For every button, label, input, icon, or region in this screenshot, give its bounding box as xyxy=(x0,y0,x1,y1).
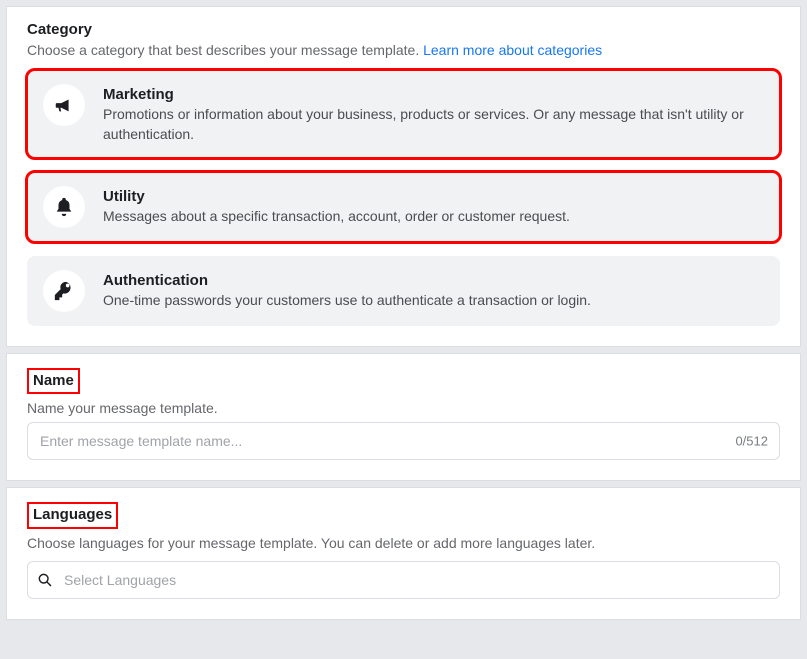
name-desc: Name your message template. xyxy=(27,400,780,416)
category-option-desc: Messages about a specific transaction, a… xyxy=(103,207,764,227)
category-option-title: Authentication xyxy=(103,272,764,289)
category-option-body: Utility Messages about a specific transa… xyxy=(103,186,764,227)
template-name-input[interactable] xyxy=(27,422,780,460)
name-input-wrapper: 0/512 xyxy=(27,422,780,460)
languages-heading-highlight: Languages xyxy=(27,502,118,528)
search-icon xyxy=(37,572,53,588)
megaphone-icon xyxy=(43,84,85,126)
name-heading-highlight: Name xyxy=(27,368,80,394)
char-counter: 0/512 xyxy=(735,434,768,449)
key-icon xyxy=(43,270,85,312)
learn-more-link[interactable]: Learn more about categories xyxy=(423,42,602,58)
category-option-desc: Promotions or information about your bus… xyxy=(103,105,764,144)
category-option-utility[interactable]: Utility Messages about a specific transa… xyxy=(27,172,780,242)
languages-panel: Languages Choose languages for your mess… xyxy=(6,487,801,619)
select-languages-input[interactable] xyxy=(27,561,780,599)
category-options: Marketing Promotions or information abou… xyxy=(27,70,780,326)
category-option-body: Marketing Promotions or information abou… xyxy=(103,84,764,144)
category-option-body: Authentication One-time passwords your c… xyxy=(103,270,764,311)
category-desc-text: Choose a category that best describes yo… xyxy=(27,42,423,58)
languages-desc: Choose languages for your message templa… xyxy=(27,535,780,551)
category-option-desc: One-time passwords your customers use to… xyxy=(103,291,764,311)
category-heading: Category xyxy=(27,21,780,38)
bell-icon xyxy=(43,186,85,228)
category-option-title: Marketing xyxy=(103,86,764,103)
category-option-authentication[interactable]: Authentication One-time passwords your c… xyxy=(27,256,780,326)
category-option-title: Utility xyxy=(103,188,764,205)
languages-heading: Languages xyxy=(33,506,112,523)
languages-input-wrapper xyxy=(27,561,780,599)
category-desc: Choose a category that best describes yo… xyxy=(27,42,780,58)
category-panel: Category Choose a category that best des… xyxy=(6,6,801,347)
category-option-marketing[interactable]: Marketing Promotions or information abou… xyxy=(27,70,780,158)
name-panel: Name Name your message template. 0/512 xyxy=(6,353,801,481)
name-heading: Name xyxy=(33,372,74,389)
